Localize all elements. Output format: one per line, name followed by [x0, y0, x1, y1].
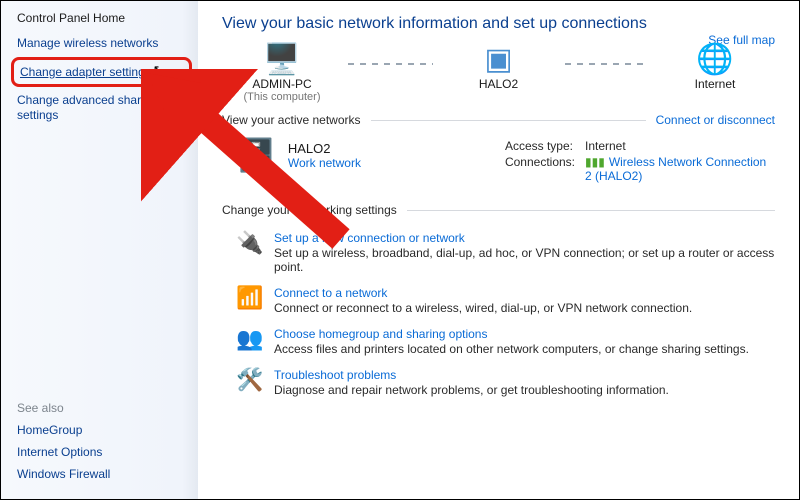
troubleshoot-title: Troubleshoot problems — [274, 368, 669, 382]
router-icon: ▣ — [484, 45, 512, 75]
see-also-homegroup[interactable]: HomeGroup — [17, 423, 186, 437]
map-node-label: Internet — [695, 77, 736, 91]
network-type-link[interactable]: Work network — [288, 156, 361, 170]
page-title: View your basic network information and … — [222, 15, 775, 33]
map-node-internet[interactable]: 🌐 Internet — [655, 45, 775, 103]
network-name: HALO2 — [288, 141, 361, 156]
active-network-panel: 🗄️ HALO2 Work network Access type: Inter… — [222, 135, 775, 193]
divider — [371, 120, 646, 121]
active-networks-header: View your active networks — [222, 113, 361, 127]
server-icon: 🗄️ — [236, 139, 276, 171]
homegroup-icon: 👥 — [236, 327, 262, 351]
access-type-label: Access type: — [505, 139, 575, 153]
sidebar: Control Panel Home Manage wireless netwo… — [1, 1, 198, 499]
divider — [407, 210, 775, 211]
connect-network-icon: 📶 — [236, 286, 262, 310]
map-node-this-pc[interactable]: 🖥️ ADMIN-PC (This computer) — [222, 45, 342, 103]
signal-icon: ▮▮▮ — [585, 155, 605, 169]
computer-icon: 🖥️ — [263, 45, 300, 75]
cursor-icon: ↖ — [153, 62, 164, 78]
change-adapter-link[interactable]: Change adapter settings↖ — [20, 64, 183, 80]
homegroup-desc: Access files and printers located on oth… — [274, 342, 749, 356]
map-node-label: ADMIN-PC — [252, 77, 311, 91]
connect-network-desc: Connect or reconnect to a wireless, wire… — [274, 301, 692, 315]
change-advanced-link[interactable]: Change advanced sharing settings — [17, 93, 186, 123]
main-panel: View your basic network information and … — [198, 1, 799, 499]
globe-icon: 🌐 — [696, 45, 733, 75]
map-node-label: HALO2 — [479, 77, 518, 91]
setup-connection-item[interactable]: 🔌 Set up a new connection or network Set… — [222, 225, 775, 280]
network-map: 🖥️ ADMIN-PC (This computer) ▣ HALO2 🌐 In… — [222, 45, 775, 103]
troubleshoot-icon: 🛠️ — [236, 368, 262, 392]
troubleshoot-item[interactable]: 🛠️ Troubleshoot problems Diagnose and re… — [222, 362, 775, 403]
see-also-header: See also — [17, 401, 186, 415]
access-type-value: Internet — [585, 139, 775, 153]
homegroup-title: Choose homegroup and sharing options — [274, 327, 749, 341]
map-node-sublabel: (This computer) — [243, 91, 320, 103]
change-settings-header: Change your networking settings — [222, 203, 397, 217]
map-connector — [565, 63, 650, 65]
connect-disconnect-link[interactable]: Connect or disconnect — [656, 113, 775, 127]
manage-wireless-link[interactable]: Manage wireless networks — [17, 36, 186, 51]
setup-connection-icon: 🔌 — [236, 231, 262, 255]
change-adapter-label: Change adapter settings — [20, 65, 151, 79]
homegroup-item[interactable]: 👥 Choose homegroup and sharing options A… — [222, 321, 775, 362]
map-connector — [348, 63, 433, 65]
highlight-box: Change adapter settings↖ — [11, 57, 192, 87]
control-panel-home[interactable]: Control Panel Home — [17, 11, 186, 26]
connect-network-item[interactable]: 📶 Connect to a network Connect or reconn… — [222, 280, 775, 321]
map-node-router[interactable]: ▣ HALO2 — [439, 45, 559, 103]
connect-network-title: Connect to a network — [274, 286, 692, 300]
connections-link[interactable]: ▮▮▮Wireless Network Connection 2 (HALO2) — [585, 155, 775, 183]
see-also-internet-options[interactable]: Internet Options — [17, 445, 186, 459]
see-also-windows-firewall[interactable]: Windows Firewall — [17, 467, 186, 481]
troubleshoot-desc: Diagnose and repair network problems, or… — [274, 383, 669, 397]
setup-connection-desc: Set up a wireless, broadband, dial-up, a… — [274, 246, 775, 274]
setup-connection-title: Set up a new connection or network — [274, 231, 775, 245]
connections-label: Connections: — [505, 155, 575, 183]
connections-value: Wireless Network Connection 2 (HALO2) — [585, 155, 766, 183]
